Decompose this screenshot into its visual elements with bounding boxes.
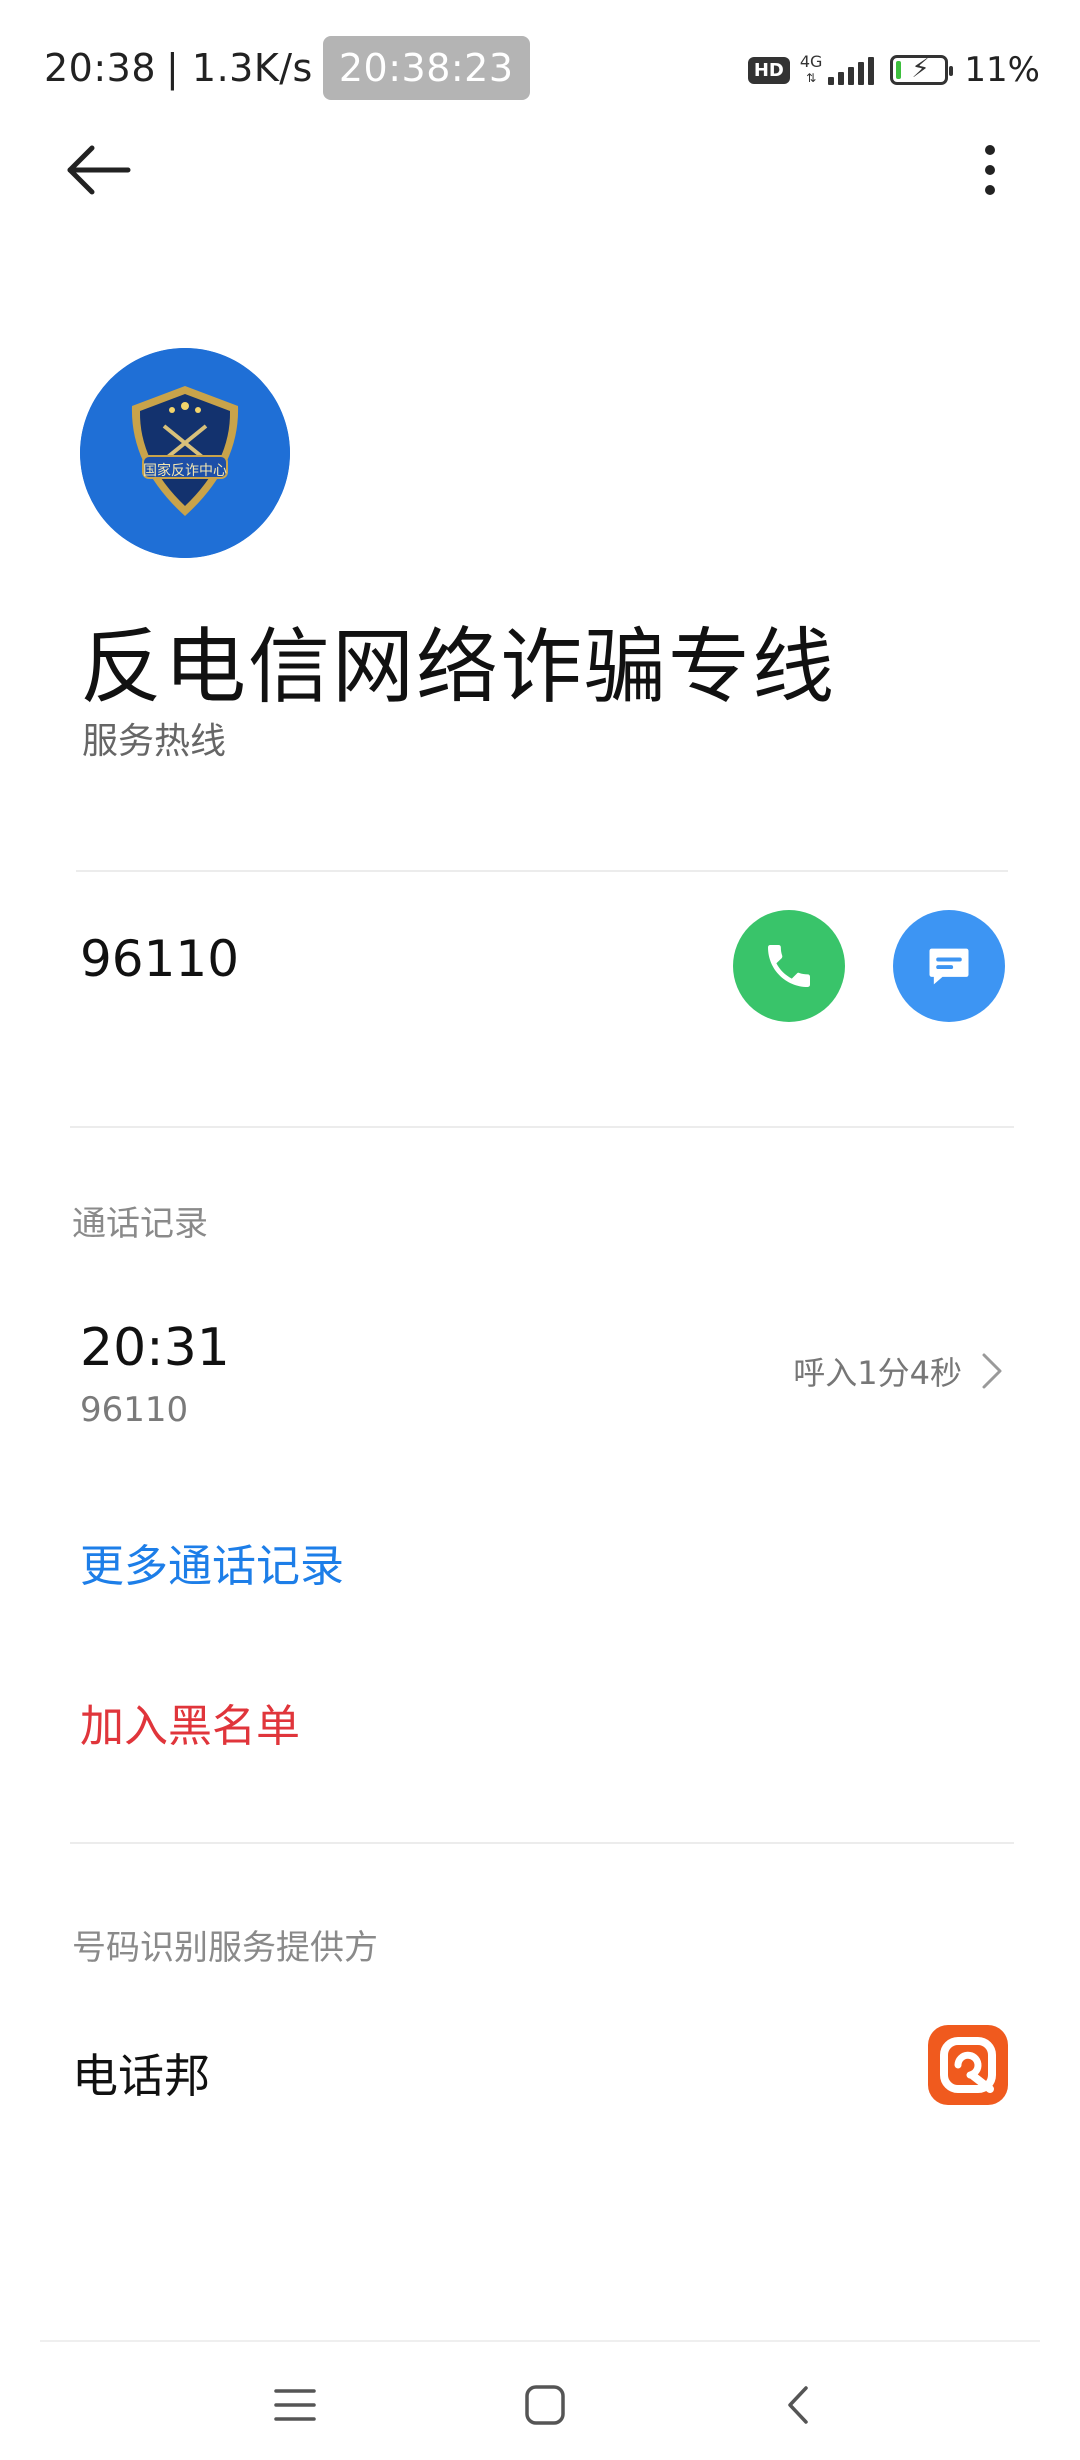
nav-back-button[interactable] [774,2380,824,2430]
menu-icon [274,2389,316,2421]
call-log-detail-text: 呼入1分4秒 [793,1354,962,1392]
avatar-text: 国家反诈中心 [143,463,227,479]
message-button[interactable] [893,910,1005,1022]
hd-badge: HD [747,56,790,84]
nav-divider [40,2340,1040,2342]
call-log-detail: 呼入1分4秒 [793,1348,1004,1394]
call-button[interactable] [733,910,845,1022]
arrow-left-icon [67,145,131,195]
call-log-number: 96110 [80,1390,189,1430]
provider-name: 电话邦 [72,2049,210,2103]
chevron-right-icon [982,1353,1002,1389]
status-bar-left: 20:38 | 1.3K/s 20:38:23 [44,36,530,100]
back-button[interactable] [60,130,140,210]
block-contact-button[interactable]: 加入黑名单 [80,1690,300,1754]
status-bar-right: HD 4G ⇅ ⚡ 11% [747,40,1040,100]
divider [76,870,1008,872]
more-vertical-icon [985,145,995,155]
contact-name: 反电信网络诈骗专线 [80,620,837,715]
battery-percent: 11% [964,50,1040,90]
nav-home-button[interactable] [520,2380,570,2430]
more-options-button[interactable] [955,130,1025,210]
call-log-time: 20:31 [80,1318,230,1378]
status-time: 20:38 [44,46,157,90]
network-type: 4G ⇅ [799,52,823,86]
clock-overlay: 20:38:23 [322,36,530,100]
nav-menu-button[interactable] [270,2380,320,2430]
call-log-section-title: 通话记录 [72,1204,208,1244]
phone-icon [768,945,810,987]
network-type-label: 4G [799,52,823,71]
more-call-log-link[interactable]: 更多通话记录 [80,1530,344,1594]
status-net-speed: | 1.3K/s [166,46,313,90]
provider-section-title: 号码识别服务提供方 [72,1928,378,1968]
chevron-left-icon [788,2386,808,2424]
signal-icon [828,55,875,85]
battery-icon: ⚡ [890,54,954,85]
avatar: 国家反诈中心 [80,348,290,558]
divider [70,1126,1014,1128]
contact-subtitle: 服务热线 [82,721,227,762]
message-icon [929,948,969,985]
shield-badge-icon [80,348,290,558]
home-square-icon [525,2385,565,2425]
dianhuabang-logo-icon [928,2025,1008,2105]
phone-number[interactable]: 96110 [80,930,239,988]
divider [70,1842,1014,1844]
